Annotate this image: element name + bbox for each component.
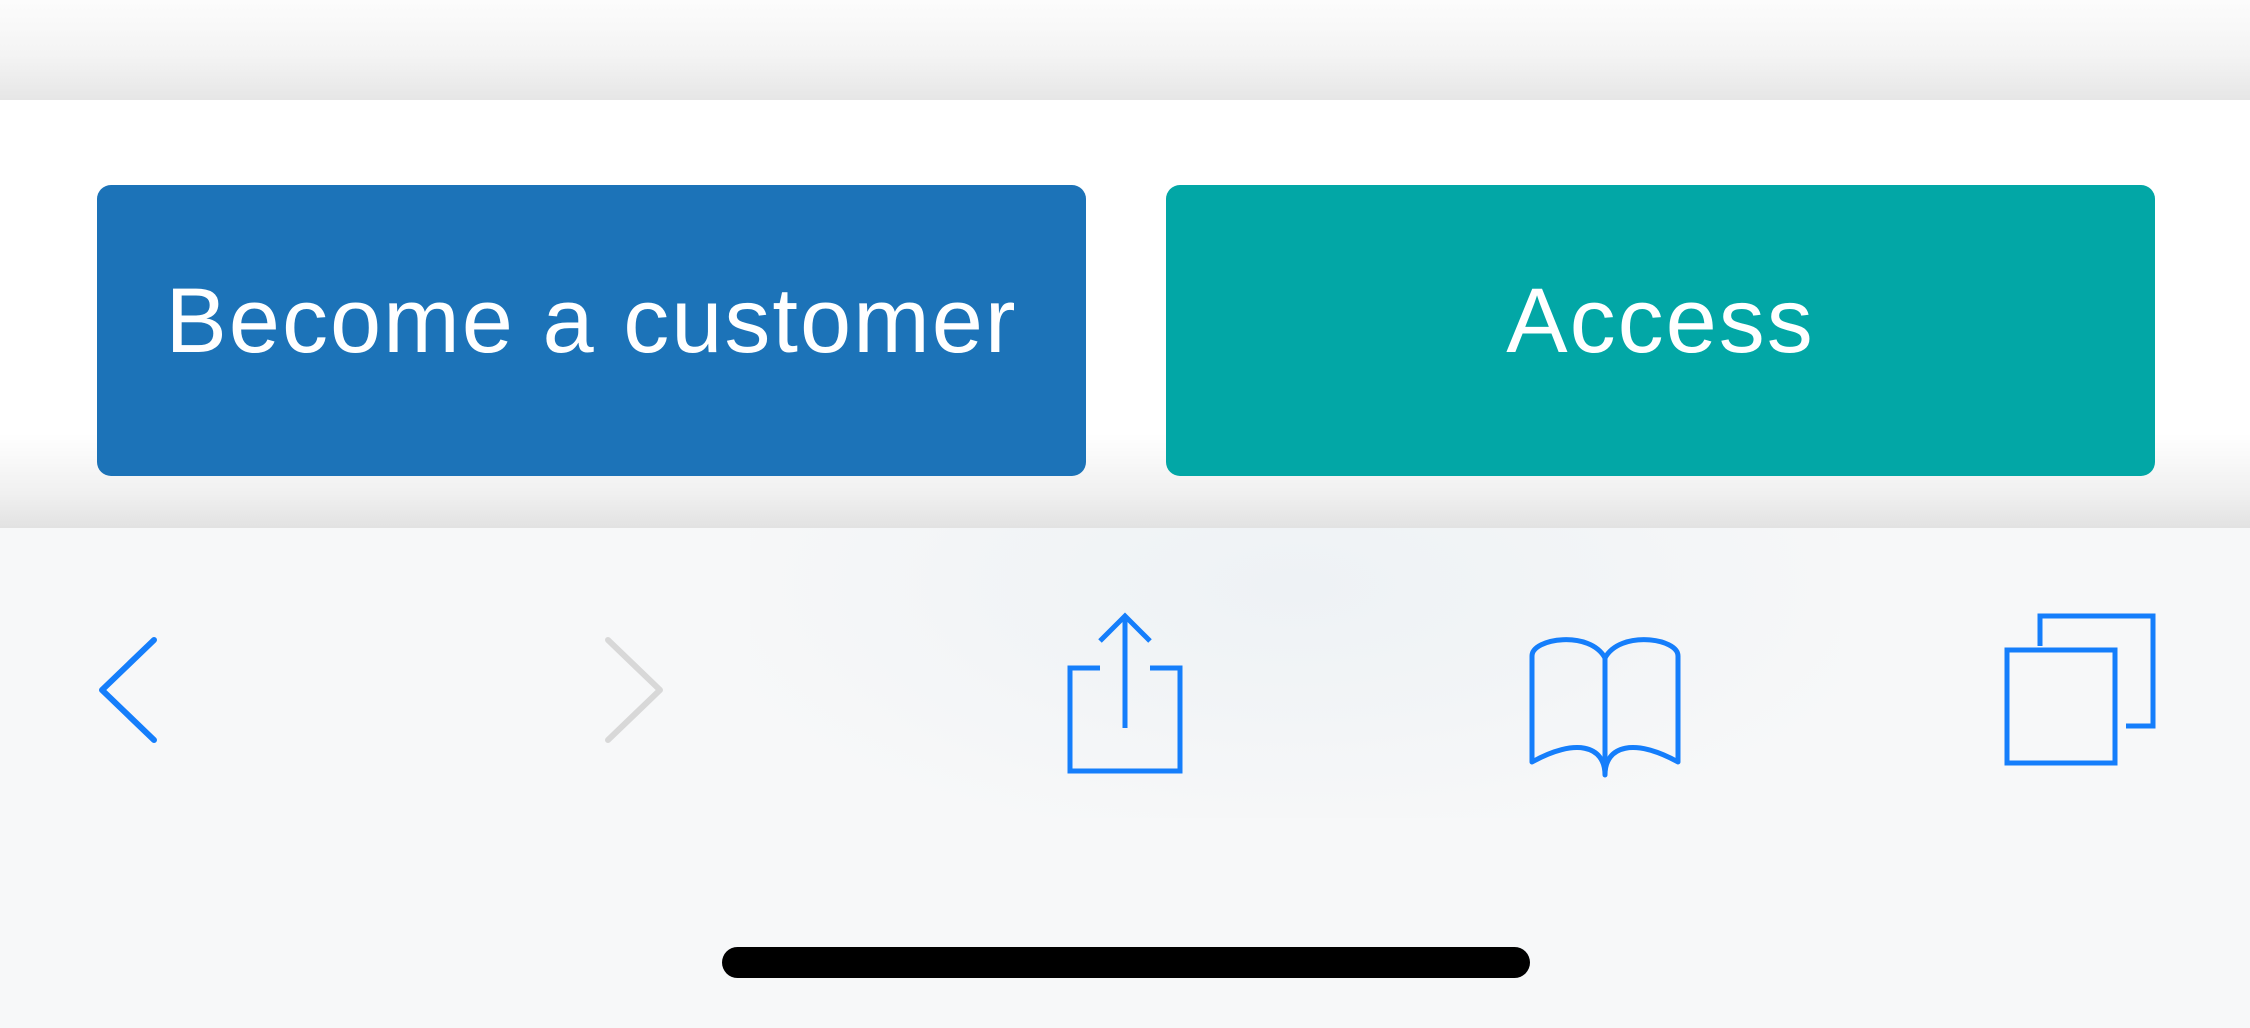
- become-customer-button[interactable]: Become a customer: [97, 185, 1086, 476]
- bookmarks-icon[interactable]: [1520, 620, 1690, 780]
- forward-icon[interactable]: [598, 630, 678, 750]
- tabs-icon[interactable]: [1995, 608, 2175, 768]
- page-content-top: [0, 0, 2250, 100]
- home-indicator: [722, 947, 1530, 978]
- become-customer-label: Become a customer: [165, 270, 1018, 372]
- share-icon[interactable]: [1055, 608, 1195, 788]
- browser-toolbar: [0, 528, 2250, 1028]
- back-icon[interactable]: [92, 630, 172, 750]
- access-label: Access: [1506, 270, 1815, 372]
- access-button[interactable]: Access: [1166, 185, 2155, 476]
